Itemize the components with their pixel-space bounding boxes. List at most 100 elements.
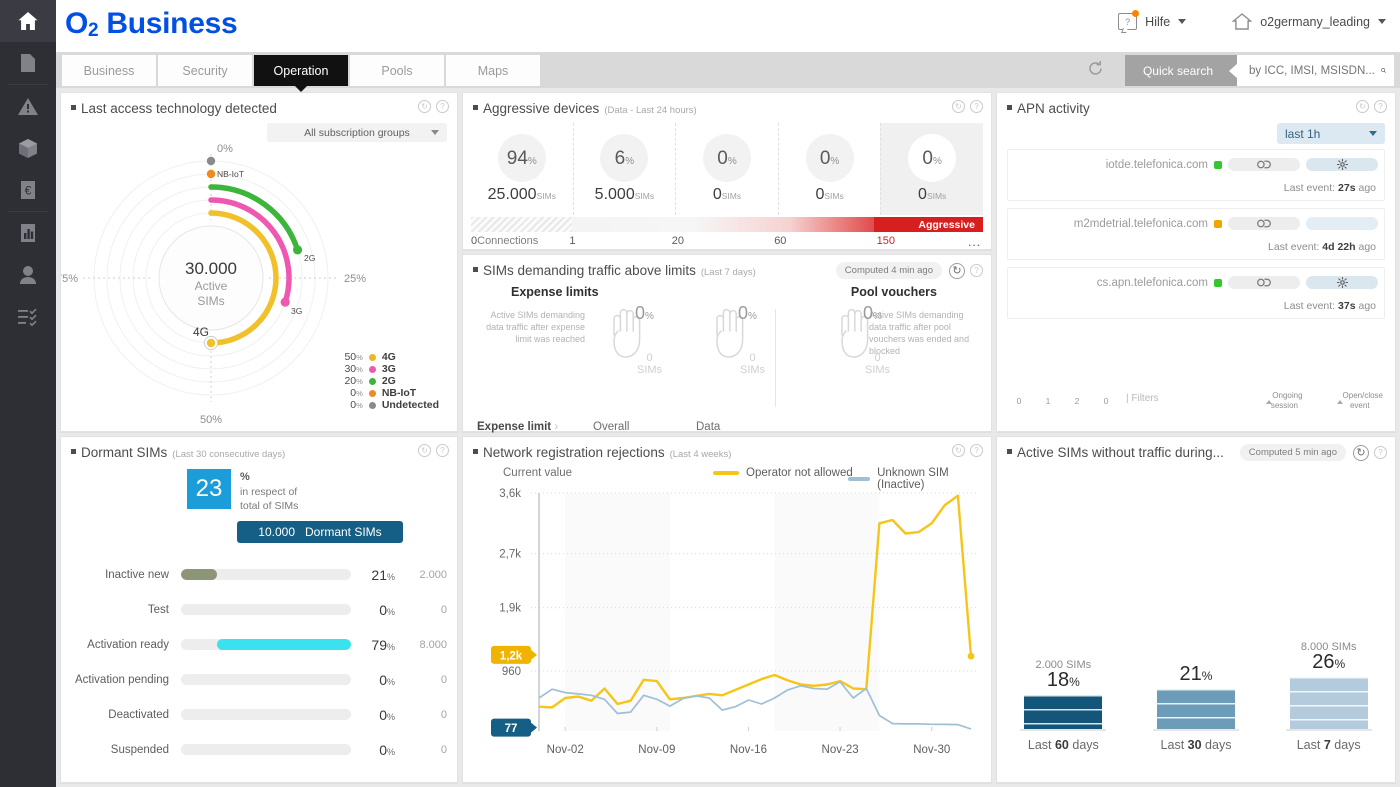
sidebar-item-tasks[interactable] [0,296,56,338]
x-tick-label: Nov-09 [638,744,675,756]
dormant-row: Inactive new 21% 2.000 [71,557,447,592]
help-icon[interactable]: ? [1374,446,1387,459]
aggressive-column[interactable]: 94% 25.000SIMs [471,123,573,215]
aggressive-column[interactable]: 0% 0SIMs [675,123,778,215]
chevron-down-icon [1378,19,1386,24]
dormant-fill [181,569,217,580]
brand-logo[interactable]: O2 Business [65,7,238,41]
apn-filter[interactable]: 0 [1096,393,1116,407]
label-nbiot: NB-IoT [217,169,244,179]
hand-label-data: Data [696,421,721,433]
panel-last-access-technology: Last access technology detected ↻ ? All … [56,92,458,432]
apn-filter[interactable]: 1 [1038,393,1058,407]
dormant-percent: 79% [371,636,395,653]
account-menu[interactable]: o2germany_leading [1232,13,1386,30]
sidebar-item-alerts[interactable] [0,85,56,127]
tab-maps[interactable]: Maps [446,55,540,86]
tech-center-line1: Active [195,279,228,293]
filter-count: 1 [1045,396,1051,406]
apn-session-pill[interactable] [1228,158,1300,171]
tab-business[interactable]: Business [62,55,156,86]
apn-event-pill[interactable] [1306,158,1378,171]
legend-row: 0% NB-IoT [339,387,439,399]
header-right: ? Hilfe o2germany_leading [1118,10,1386,30]
aggressive-percent: 6% [600,134,649,182]
aggressive-sims: 0SIMs [815,186,844,203]
dormant-sims-button[interactable]: 10.000 Dormant SIMs [237,521,403,543]
apn-event-pill[interactable] [1306,276,1378,289]
apn-row[interactable]: m2mdetrial.telefonica.com Last event: 4d… [1007,208,1385,260]
refresh-icon[interactable]: ↻ [1353,444,1369,461]
tab-operation[interactable]: Operation [254,55,348,86]
apn-last-event: Last event: 37s ago [1283,300,1376,312]
dormant-track [181,674,351,685]
refresh-icon[interactable]: ↻ [952,444,965,457]
apn-filter[interactable]: 0 [1009,393,1029,407]
apn-filter[interactable]: 2 [1067,393,1087,407]
svg-text:€: € [25,184,32,198]
sidebar-item-reports[interactable] [0,212,56,254]
aggressive-scale-bar: Aggressive [471,217,983,232]
no-traffic-bar [1157,689,1235,729]
sidebar-item-documents[interactable] [0,42,56,84]
sidebar-item-users[interactable] [0,254,56,296]
help-icon[interactable]: ? [1374,100,1387,113]
apn-session-pill[interactable] [1228,217,1300,230]
legend-item-operator-not-allowed[interactable]: Operator not allowed [713,467,853,479]
subscription-group-select[interactable]: All subscription groups [267,123,447,142]
line-chart: 709601,9k2,7k3,6kNov-02Nov-09Nov-16Nov-2… [463,485,991,782]
panel-subtitle: (Last 30 consecutive days) [172,449,286,460]
help-icon[interactable]: ? [970,264,983,277]
dormant-track [181,709,351,720]
apn-event-pill[interactable] [1306,217,1378,230]
dormant-row: Test 0% 0 [71,592,447,627]
aggressive-axis: 150 60 20 1 0 Connections ... [471,235,983,251]
tab-label: Pools [381,63,413,78]
computed-badge: Computed 5 min ago [1239,444,1346,461]
quick-search-button[interactable]: Quick search [1124,55,1237,86]
no-traffic-column[interactable]: 21% Last 30 days [1130,592,1263,752]
no-traffic-column[interactable]: 2.000 SIMs 18% Last 60 days [997,592,1130,752]
refresh-icon[interactable]: ↻ [949,262,965,279]
dormant-fill [216,639,351,650]
limits-hand-item: 0% 0 SIMs [575,303,679,375]
triangle-icon [1266,391,1273,404]
help-icon[interactable]: ? [970,100,983,113]
apn-row[interactable]: cs.apn.telefonica.com Last event: 37s ag… [1007,267,1385,319]
axis-left: 75% [61,273,78,285]
legend-label: 3G [381,363,396,375]
refresh-icon[interactable]: ↻ [1356,100,1369,113]
apn-range-select[interactable]: last 1h [1277,123,1385,144]
refresh-button[interactable] [1087,60,1104,80]
sidebar-item-home[interactable] [0,0,56,42]
apn-filters[interactable]: 0 1 2 0 | Filters [1009,393,1159,407]
help-icon[interactable]: ? [436,100,449,113]
legend-percent: 0% [350,399,363,411]
help-icon[interactable]: ? [436,444,449,457]
aggressive-column[interactable]: 0% 0SIMs [777,123,881,215]
more-ellipsis[interactable]: ... [968,235,981,249]
apn-session-pill[interactable] [1228,276,1300,289]
axis-tick: 150 [876,235,895,247]
aggressive-percent: 94% [497,134,546,182]
sidebar-item-billing[interactable]: € [0,169,56,211]
search-input-wrap[interactable] [1237,55,1394,86]
tab-pools[interactable]: Pools [350,55,444,86]
sidebar: € [0,0,56,787]
sidebar-item-inventory[interactable] [0,127,56,169]
refresh-icon[interactable]: ↻ [418,100,431,113]
aggressive-column[interactable]: 0% 0SIMs [880,123,983,215]
refresh-icon[interactable]: ↻ [418,444,431,457]
search-icon [1381,68,1386,73]
subscription-group-value: All subscription groups [304,126,410,139]
tab-security[interactable]: Security [158,55,252,86]
refresh-icon[interactable]: ↻ [952,100,965,113]
help-menu[interactable]: ? Hilfe [1118,10,1187,30]
panel-title: Dormant SIMs [81,445,168,460]
dormant-percent: 0% [379,706,395,723]
no-traffic-column[interactable]: 8.000 SIMs 26% Last 7 days [1262,592,1395,752]
aggressive-column[interactable]: 6% 5.000SIMs [572,123,676,215]
help-icon[interactable]: ? [970,444,983,457]
apn-row[interactable]: iotde.telefonica.com Last event: 27s ago [1007,149,1385,201]
search-input[interactable] [1249,64,1375,77]
